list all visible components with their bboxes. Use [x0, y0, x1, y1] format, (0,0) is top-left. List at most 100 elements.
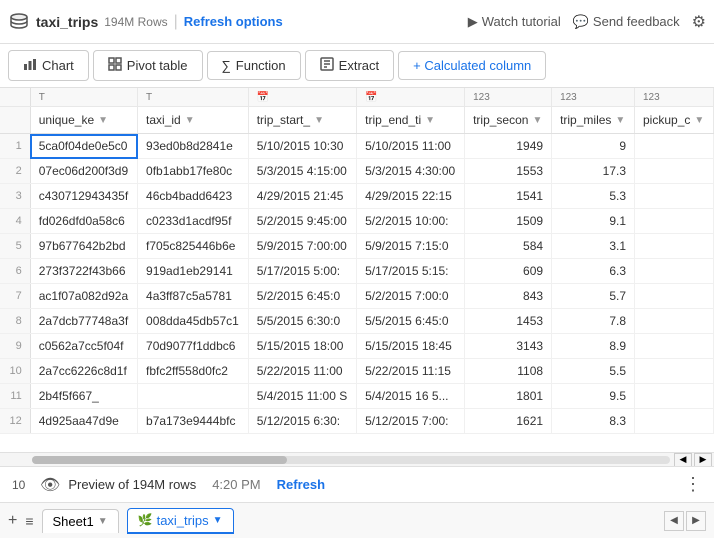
table-cell[interactable]: 07ec06d200f3d9 [30, 159, 137, 184]
table-cell[interactable] [635, 359, 714, 384]
col-header-trip-start[interactable]: trip_start_ ▼ [248, 107, 356, 134]
table-row[interactable]: 82a7dcb77748a3f008dda45db57c15/5/2015 6:… [0, 309, 714, 334]
table-cell[interactable]: 5/10/2015 10:30 [248, 134, 356, 159]
sheet-scroll-right-button[interactable]: ▶ [686, 511, 706, 531]
table-cell[interactable] [635, 134, 714, 159]
table-cell[interactable]: 1509 [465, 209, 552, 234]
table-cell[interactable]: f705c825446b6e [138, 234, 249, 259]
sheet-list-button[interactable]: ≡ [25, 513, 33, 529]
table-cell[interactable]: 5.7 [552, 284, 635, 309]
table-row[interactable]: 3c430712943435f46cb4badd64234/29/2015 21… [0, 184, 714, 209]
table-cell[interactable]: 97b677642b2bd [30, 234, 137, 259]
table-cell[interactable]: 2a7cc6226c8d1f [30, 359, 137, 384]
table-cell[interactable]: 5/10/2015 11:00 [357, 134, 465, 159]
taxi-trips-tab[interactable]: 🌿 taxi_trips ▼ [127, 508, 234, 534]
table-cell[interactable] [635, 159, 714, 184]
table-cell[interactable]: 70d9077f1ddbc6 [138, 334, 249, 359]
table-cell[interactable]: 1108 [465, 359, 552, 384]
table-cell[interactable]: 5/3/2015 4:30:00 [357, 159, 465, 184]
table-cell[interactable]: 5.3 [552, 184, 635, 209]
table-cell[interactable]: 5/17/2015 5:15: [357, 259, 465, 284]
table-cell[interactable]: 6.3 [552, 259, 635, 284]
table-cell[interactable]: 1453 [465, 309, 552, 334]
table-cell[interactable]: 5ca0f04de0e5c0 [30, 134, 137, 159]
table-cell[interactable]: 8.3 [552, 409, 635, 434]
table-cell[interactable]: ac1f07a082d92a [30, 284, 137, 309]
table-row[interactable]: 597b677642b2bdf705c825446b6e5/9/2015 7:0… [0, 234, 714, 259]
table-cell[interactable]: 5/2/2015 6:45:0 [248, 284, 356, 309]
table-cell[interactable]: 5/5/2015 6:45:0 [357, 309, 465, 334]
table-cell[interactable] [635, 184, 714, 209]
preview-more-button[interactable]: ⋮ [684, 474, 702, 495]
table-cell[interactable]: c0233d1acdf95f [138, 209, 249, 234]
table-cell[interactable]: 609 [465, 259, 552, 284]
table-cell[interactable]: 1621 [465, 409, 552, 434]
add-sheet-button[interactable]: + [8, 512, 17, 530]
table-cell[interactable]: 3.1 [552, 234, 635, 259]
table-cell[interactable]: 5/15/2015 18:00 [248, 334, 356, 359]
table-cell[interactable]: 008dda45db57c1 [138, 309, 249, 334]
table-cell[interactable] [635, 259, 714, 284]
table-cell[interactable]: 1541 [465, 184, 552, 209]
col-header-unique-key[interactable]: unique_ke ▼ [30, 107, 137, 134]
watch-tutorial-button[interactable]: ▶ Watch tutorial [468, 14, 561, 30]
chart-tab-button[interactable]: Chart [8, 50, 89, 81]
table-cell[interactable]: 46cb4badd6423 [138, 184, 249, 209]
filter-icon-pickup[interactable]: ▼ [694, 115, 704, 126]
table-cell[interactable]: 5/22/2015 11:15 [357, 359, 465, 384]
table-cell[interactable]: 5/4/2015 11:00 S [248, 384, 356, 409]
table-cell[interactable] [635, 334, 714, 359]
horizontal-scrollbar[interactable]: ◀ ▶ [0, 452, 714, 466]
table-cell[interactable]: fbfc2ff558d0fc2 [138, 359, 249, 384]
extract-tab-button[interactable]: Extract [305, 50, 394, 81]
table-cell[interactable]: 7.8 [552, 309, 635, 334]
table-row[interactable]: 7ac1f07a082d92a4a3ff87c5a57815/2/2015 6:… [0, 284, 714, 309]
table-row[interactable]: 102a7cc6226c8d1ffbfc2ff558d0fc25/22/2015… [0, 359, 714, 384]
settings-button[interactable]: ⚙ [692, 12, 706, 32]
table-cell[interactable] [635, 284, 714, 309]
table-cell[interactable]: 5/4/2015 16 5... [357, 384, 465, 409]
table-cell[interactable] [138, 384, 249, 409]
col-header-taxi-id[interactable]: taxi_id ▼ [138, 107, 249, 134]
table-cell[interactable]: 4a3ff87c5a5781 [138, 284, 249, 309]
table-cell[interactable] [635, 209, 714, 234]
table-cell[interactable]: 5/22/2015 11:00 [248, 359, 356, 384]
table-cell[interactable]: b7a173e9444bfc [138, 409, 249, 434]
table-cell[interactable]: 1553 [465, 159, 552, 184]
pivot-table-tab-button[interactable]: Pivot table [93, 50, 203, 81]
table-cell[interactable]: 919ad1eb29141 [138, 259, 249, 284]
table-cell[interactable]: 5/2/2015 9:45:00 [248, 209, 356, 234]
table-cell[interactable]: 93ed0b8d2841e [138, 134, 249, 159]
table-row[interactable]: 207ec06d200f3d90fb1abb17fe80c5/3/2015 4:… [0, 159, 714, 184]
table-cell[interactable]: 5/2/2015 7:00:0 [357, 284, 465, 309]
filter-icon-taxi-id[interactable]: ▼ [185, 115, 195, 126]
filter-icon-trip-start[interactable]: ▼ [314, 115, 324, 126]
table-cell[interactable]: 584 [465, 234, 552, 259]
table-cell[interactable]: 5/5/2015 6:30:0 [248, 309, 356, 334]
table-row[interactable]: 9c0562a7cc5f04f70d9077f1ddbc65/15/2015 1… [0, 334, 714, 359]
col-header-trip-miles[interactable]: trip_miles ▼ [552, 107, 635, 134]
table-cell[interactable]: 4/29/2015 21:45 [248, 184, 356, 209]
function-tab-button[interactable]: ∑ Function [207, 51, 301, 80]
col-header-trip-end[interactable]: trip_end_ti ▼ [357, 107, 465, 134]
table-cell[interactable]: 5/12/2015 6:30: [248, 409, 356, 434]
table-cell[interactable]: 9 [552, 134, 635, 159]
table-cell[interactable]: 4d925aa47d9e [30, 409, 137, 434]
table-row[interactable]: 6273f3722f43b66919ad1eb291415/17/2015 5:… [0, 259, 714, 284]
scroll-right-button[interactable]: ▶ [694, 453, 712, 467]
filter-icon-trip-miles[interactable]: ▼ [615, 115, 625, 126]
table-row[interactable]: 15ca0f04de0e5c093ed0b8d2841e5/10/2015 10… [0, 134, 714, 159]
table-row[interactable]: 4fd026dfd0a58c6c0233d1acdf95f5/2/2015 9:… [0, 209, 714, 234]
table-cell[interactable]: 17.3 [552, 159, 635, 184]
table-cell[interactable]: 843 [465, 284, 552, 309]
table-cell[interactable]: 5/9/2015 7:15:0 [357, 234, 465, 259]
sheet-scroll-left-button[interactable]: ◀ [664, 511, 684, 531]
calc-column-tab-button[interactable]: + Calculated column [398, 51, 546, 80]
filter-icon-unique-key[interactable]: ▼ [98, 115, 108, 126]
table-cell[interactable]: 1949 [465, 134, 552, 159]
table-cell[interactable]: 4/29/2015 22:15 [357, 184, 465, 209]
table-cell[interactable]: 9.1 [552, 209, 635, 234]
table-cell[interactable]: 2a7dcb77748a3f [30, 309, 137, 334]
filter-icon-trip-end[interactable]: ▼ [425, 115, 435, 126]
table-cell[interactable]: 2b4f5f667_ [30, 384, 137, 409]
